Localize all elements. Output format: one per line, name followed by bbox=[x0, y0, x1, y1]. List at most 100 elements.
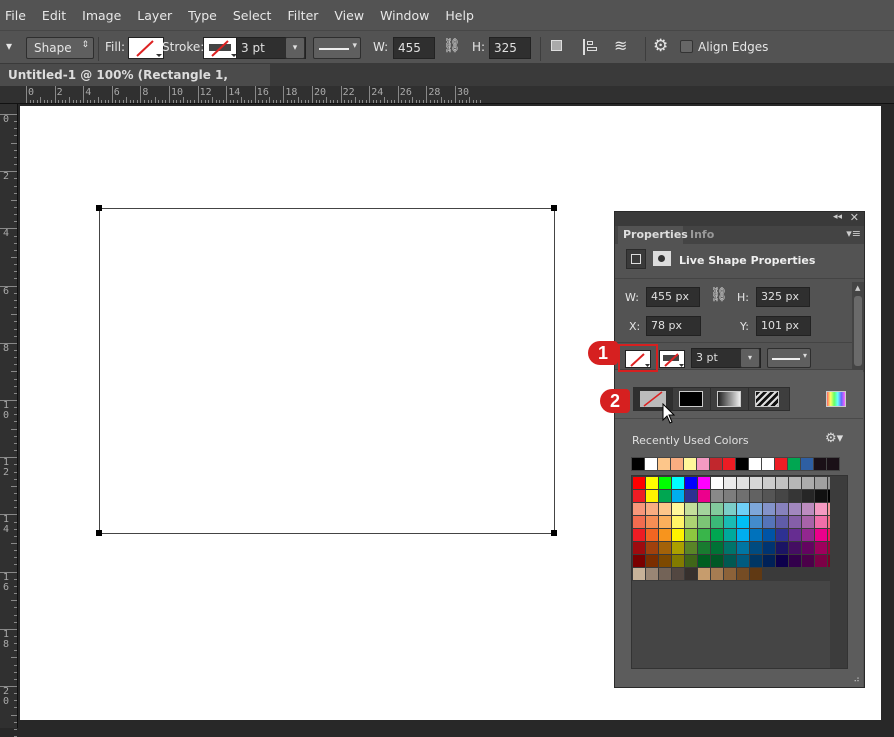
rectangle-shape[interactable] bbox=[99, 208, 555, 534]
stroke-width-dropdown[interactable]: ▾ bbox=[285, 37, 305, 59]
recent-color-swatch[interactable] bbox=[684, 458, 696, 470]
stroke-width-dropdown[interactable]: ▾ bbox=[740, 348, 760, 368]
h-input[interactable]: 325 px bbox=[756, 287, 810, 307]
align-edges-checkbox[interactable] bbox=[680, 40, 693, 53]
color-swatch[interactable] bbox=[659, 542, 671, 554]
menu-filter[interactable]: Filter bbox=[282, 8, 325, 23]
color-swatch[interactable] bbox=[711, 503, 723, 515]
color-picker-icon[interactable] bbox=[826, 391, 846, 407]
color-swatch[interactable] bbox=[763, 516, 775, 528]
color-swatch[interactable] bbox=[711, 542, 723, 554]
color-swatch[interactable] bbox=[633, 542, 645, 554]
color-swatch[interactable] bbox=[698, 490, 710, 502]
w-input[interactable]: 455 px bbox=[646, 287, 700, 307]
color-swatch[interactable] bbox=[698, 542, 710, 554]
color-swatch[interactable] bbox=[789, 477, 801, 489]
swatch-settings-gear-icon[interactable]: ⚙▾ bbox=[825, 431, 843, 446]
document-tab[interactable]: Untitled-1 @ 100% (Rectangle 1, RGB/8) *… bbox=[0, 64, 270, 104]
menu-layer[interactable]: Layer bbox=[132, 8, 179, 23]
color-swatch[interactable] bbox=[659, 503, 671, 515]
color-swatch[interactable] bbox=[763, 477, 775, 489]
collapse-icon[interactable]: ◂◂ bbox=[833, 212, 842, 222]
color-swatch[interactable] bbox=[646, 542, 658, 554]
height-input[interactable]: 325 px bbox=[489, 37, 531, 75]
color-swatch[interactable] bbox=[737, 516, 749, 528]
recent-color-swatch[interactable] bbox=[762, 458, 774, 470]
color-swatch[interactable] bbox=[776, 529, 788, 541]
color-swatch[interactable] bbox=[659, 555, 671, 567]
transform-handle[interactable] bbox=[551, 205, 557, 211]
color-swatch[interactable] bbox=[802, 477, 814, 489]
width-input[interactable]: 455 px bbox=[393, 37, 435, 75]
path-operations-icon[interactable] bbox=[551, 40, 562, 51]
color-swatch[interactable] bbox=[750, 542, 762, 554]
fill-swatch[interactable] bbox=[128, 37, 164, 59]
color-swatch[interactable] bbox=[737, 503, 749, 515]
shape-properties-icon[interactable] bbox=[626, 249, 646, 269]
color-swatch[interactable] bbox=[750, 490, 762, 502]
color-swatch[interactable] bbox=[672, 477, 684, 489]
color-swatch[interactable] bbox=[789, 542, 801, 554]
stroke-swatch[interactable] bbox=[203, 37, 239, 59]
gradient-button[interactable] bbox=[710, 388, 748, 410]
panel-stroke-width-input[interactable]: 3 pt ▾ bbox=[691, 348, 761, 368]
panel-menu-icon[interactable]: ▾≡ bbox=[846, 227, 861, 240]
path-alignment-icon[interactable] bbox=[583, 39, 597, 55]
color-swatch[interactable] bbox=[724, 555, 736, 567]
color-swatch[interactable] bbox=[672, 503, 684, 515]
color-swatch[interactable] bbox=[802, 529, 814, 541]
transform-handle[interactable] bbox=[551, 530, 557, 536]
menu-image[interactable]: Image bbox=[77, 8, 128, 23]
color-swatch[interactable] bbox=[763, 555, 775, 567]
color-swatch[interactable] bbox=[789, 503, 801, 515]
color-swatch[interactable] bbox=[685, 503, 697, 515]
color-swatch[interactable] bbox=[685, 555, 697, 567]
color-swatch[interactable] bbox=[711, 490, 723, 502]
recent-color-swatch[interactable] bbox=[788, 458, 800, 470]
color-swatch[interactable] bbox=[750, 477, 762, 489]
color-swatch[interactable] bbox=[685, 529, 697, 541]
recent-color-swatch[interactable] bbox=[671, 458, 683, 470]
color-swatch[interactable] bbox=[802, 490, 814, 502]
transform-handle[interactable] bbox=[96, 530, 102, 536]
color-swatch[interactable] bbox=[672, 490, 684, 502]
close-panel-icon[interactable]: ✕ bbox=[850, 211, 859, 224]
resize-grip-icon[interactable]: ⠴ bbox=[853, 675, 860, 685]
color-swatch[interactable] bbox=[737, 477, 749, 489]
color-swatch[interactable] bbox=[646, 477, 658, 489]
swatches-scrollbar[interactable] bbox=[830, 476, 847, 668]
color-swatch[interactable] bbox=[672, 555, 684, 567]
color-swatch[interactable] bbox=[672, 529, 684, 541]
color-swatch[interactable] bbox=[633, 477, 645, 489]
color-swatch[interactable] bbox=[685, 568, 697, 580]
color-swatch[interactable] bbox=[763, 503, 775, 515]
link-icon[interactable]: ⛓ bbox=[443, 38, 461, 54]
color-swatch[interactable] bbox=[776, 503, 788, 515]
color-swatch[interactable] bbox=[815, 477, 827, 489]
recent-color-swatch[interactable] bbox=[827, 458, 839, 470]
color-swatch[interactable] bbox=[698, 477, 710, 489]
color-swatch[interactable] bbox=[776, 477, 788, 489]
color-swatch[interactable] bbox=[659, 490, 671, 502]
recent-color-swatch[interactable] bbox=[736, 458, 748, 470]
color-swatch[interactable] bbox=[633, 516, 645, 528]
color-swatch[interactable] bbox=[815, 555, 827, 567]
color-swatch[interactable] bbox=[659, 529, 671, 541]
recent-color-swatch[interactable] bbox=[645, 458, 657, 470]
color-swatch[interactable] bbox=[750, 555, 762, 567]
color-swatch[interactable] bbox=[789, 529, 801, 541]
color-swatch[interactable] bbox=[789, 490, 801, 502]
color-swatch[interactable] bbox=[750, 503, 762, 515]
color-swatch[interactable] bbox=[737, 490, 749, 502]
color-swatch[interactable] bbox=[815, 529, 827, 541]
menu-view[interactable]: View bbox=[329, 8, 371, 23]
color-swatch[interactable] bbox=[789, 555, 801, 567]
menu-type[interactable]: Type bbox=[183, 8, 224, 23]
color-swatch[interactable] bbox=[646, 568, 658, 580]
color-swatch[interactable] bbox=[646, 529, 658, 541]
color-swatch[interactable] bbox=[776, 542, 788, 554]
recent-color-swatch[interactable] bbox=[658, 458, 670, 470]
color-swatch[interactable] bbox=[802, 516, 814, 528]
tool-preset-dropdown[interactable]: ▾ bbox=[6, 39, 12, 53]
color-swatch[interactable] bbox=[698, 503, 710, 515]
